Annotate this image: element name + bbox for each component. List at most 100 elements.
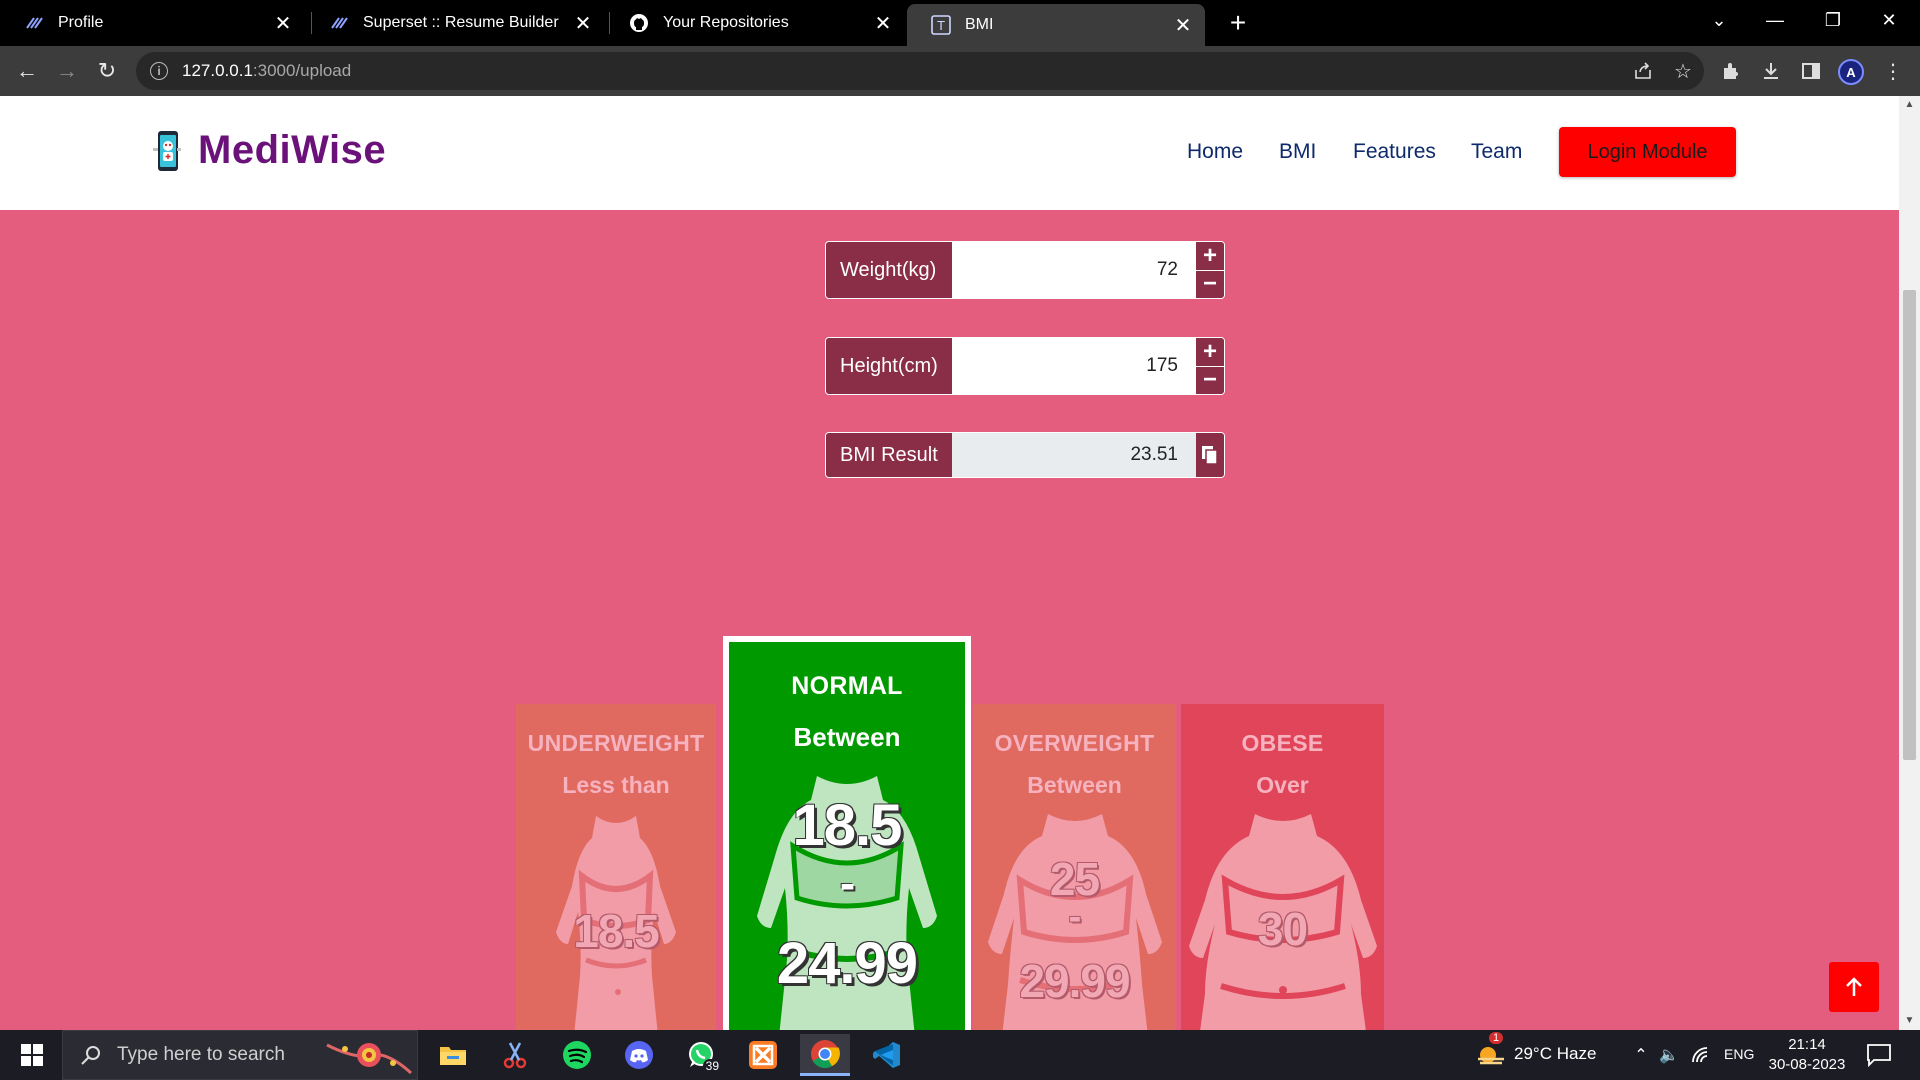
- profile-avatar[interactable]: A: [1838, 59, 1864, 85]
- category-obese-card: OBESE Over 30: [1181, 704, 1384, 1030]
- height-input[interactable]: 175: [952, 338, 1196, 394]
- height-input-group: Height(cm) 175 + −: [825, 337, 1225, 395]
- extensions-icon[interactable]: [1714, 54, 1748, 88]
- height-decrement-button[interactable]: −: [1196, 365, 1224, 395]
- tab-title: BMI: [965, 16, 994, 33]
- menu-kebab-icon[interactable]: ⋮: [1876, 54, 1910, 88]
- bookmark-star-icon[interactable]: ☆: [1666, 54, 1700, 88]
- weight-input[interactable]: 72: [952, 242, 1196, 298]
- weather-text[interactable]: 29°C Haze: [1514, 1044, 1596, 1064]
- weight-decrement-button[interactable]: −: [1196, 269, 1224, 299]
- scroll-down-arrow-icon[interactable]: ▼: [1899, 1012, 1920, 1030]
- file-explorer-icon[interactable]: [428, 1034, 478, 1076]
- category-threshold: 30: [1257, 903, 1308, 955]
- nav-bmi[interactable]: BMI: [1279, 140, 1316, 164]
- bmi-result-output: 23.51: [952, 433, 1196, 477]
- tab-profile[interactable]: Profile ✕: [0, 4, 305, 42]
- category-threshold: 18.5: [573, 905, 660, 957]
- address-bar[interactable]: i 127.0.0.1:3000/upload: [136, 52, 1704, 90]
- download-icon[interactable]: [1754, 54, 1788, 88]
- scroll-up-arrow-icon[interactable]: ▲: [1899, 96, 1920, 114]
- spotify-icon[interactable]: [552, 1034, 602, 1076]
- brand-name: MediWise: [198, 128, 387, 172]
- range-dash: -: [1068, 896, 1082, 938]
- close-icon[interactable]: ✕: [871, 11, 895, 35]
- nav-team[interactable]: Team: [1471, 140, 1522, 164]
- superset-icon: [24, 13, 44, 33]
- wifi-icon[interactable]: [1690, 1044, 1712, 1066]
- arrow-up-icon: [1846, 977, 1862, 996]
- system-clock[interactable]: 21:14 30-08-2023: [1762, 1035, 1852, 1075]
- category-title: OVERWEIGHT: [994, 730, 1155, 756]
- github-icon: [629, 13, 649, 33]
- tab-title: Superset :: Resume Builder: [363, 14, 559, 31]
- page-scrollbar[interactable]: ▲ ▼: [1899, 96, 1920, 1030]
- rakhi-decoration-icon: [326, 1043, 413, 1075]
- share-icon[interactable]: [1626, 54, 1660, 88]
- close-icon[interactable]: ✕: [271, 11, 295, 35]
- url-text: 127.0.0.1:3000/upload: [182, 61, 351, 81]
- site-info-icon[interactable]: i: [150, 62, 168, 80]
- minimize-icon[interactable]: —: [1748, 0, 1802, 40]
- category-range-max: 24.99: [776, 931, 918, 996]
- category-title: UNDERWEIGHT: [527, 730, 705, 756]
- notifications-icon[interactable]: [1866, 1043, 1892, 1067]
- windows-start-icon[interactable]: [8, 1030, 56, 1080]
- close-icon[interactable]: ✕: [1171, 13, 1195, 37]
- tab-bmi[interactable]: T BMI ✕: [907, 4, 1205, 46]
- side-panel-icon[interactable]: [1794, 54, 1828, 88]
- category-subtitle: Less than: [562, 772, 670, 798]
- new-tab-button[interactable]: +: [1222, 8, 1254, 40]
- url-path: :3000/upload: [252, 61, 352, 80]
- reload-icon[interactable]: ↻: [90, 54, 124, 88]
- site-header: MediWise Home BMI Features Team Login Mo…: [0, 96, 1899, 210]
- back-arrow-icon[interactable]: ←: [10, 54, 44, 88]
- range-dash: -: [839, 857, 855, 909]
- category-overweight-card: OVERWEIGHT Between 25 - 29.99: [973, 704, 1176, 1030]
- height-increment-button[interactable]: +: [1196, 338, 1224, 366]
- bmi-result-group: BMI Result 23.51: [825, 432, 1225, 478]
- whatsapp-unread-badge: 39: [702, 1059, 722, 1073]
- tab-search-icon[interactable]: ⌄: [1692, 0, 1746, 40]
- chrome-icon[interactable]: [800, 1034, 850, 1076]
- nav-features[interactable]: Features: [1353, 140, 1436, 164]
- weather-alert-badge: 1: [1489, 1032, 1504, 1044]
- bmi-t-icon: T: [931, 15, 951, 35]
- close-icon[interactable]: ✕: [571, 11, 595, 35]
- category-underweight-card: UNDERWEIGHT Less than 18.5: [516, 704, 716, 1030]
- category-normal-card: NORMAL Between 18.5 - 24.99: [723, 636, 971, 1030]
- xampp-icon[interactable]: [738, 1034, 788, 1076]
- category-subtitle: Over: [1256, 772, 1309, 798]
- chevron-up-icon[interactable]: ⌃: [1630, 1044, 1652, 1066]
- weight-input-group: Weight(kg) 72 + −: [825, 241, 1225, 299]
- brand[interactable]: MediWise: [152, 128, 386, 173]
- forward-arrow-icon[interactable]: →: [50, 54, 84, 88]
- phone-robot-logo-icon: [153, 130, 181, 171]
- nav-home[interactable]: Home: [1187, 140, 1243, 164]
- window-close-icon[interactable]: ✕: [1862, 0, 1916, 40]
- tab-repositories[interactable]: Your Repositories ✕: [605, 4, 905, 42]
- scrollbar-thumb[interactable]: [1903, 290, 1916, 760]
- windows-taskbar: Type here to search 39 1 29°C Haze ⌃ 🔈 E…: [0, 1030, 1920, 1080]
- copy-result-button[interactable]: [1196, 433, 1224, 477]
- taskbar-search-box[interactable]: Type here to search: [62, 1030, 418, 1080]
- copy-icon: [1202, 446, 1218, 465]
- restore-icon[interactable]: ❐: [1806, 0, 1860, 40]
- language-indicator[interactable]: ENG: [1724, 1046, 1754, 1062]
- login-module-button[interactable]: Login Module: [1559, 127, 1736, 177]
- whatsapp-icon[interactable]: 39: [676, 1034, 726, 1076]
- clock-date: 30-08-2023: [1768, 1056, 1846, 1073]
- weight-increment-button[interactable]: +: [1196, 242, 1224, 270]
- discord-icon[interactable]: [614, 1034, 664, 1076]
- snipping-tool-icon[interactable]: [490, 1034, 540, 1076]
- vscode-icon[interactable]: [862, 1034, 912, 1076]
- weather-icon[interactable]: [1476, 1040, 1506, 1070]
- superset-icon: [329, 13, 349, 33]
- tab-resume-builder[interactable]: Superset :: Resume Builder ✕: [305, 4, 605, 42]
- browser-toolbar: ← → ↻ i 127.0.0.1:3000/upload ☆ A ⋮: [0, 46, 1920, 96]
- weight-stepper: + −: [1196, 242, 1224, 298]
- clock-time: 21:14: [1788, 1036, 1826, 1053]
- back-to-top-button[interactable]: [1829, 962, 1879, 1012]
- volume-icon[interactable]: 🔈: [1658, 1044, 1680, 1066]
- category-title: OBESE: [1241, 730, 1324, 756]
